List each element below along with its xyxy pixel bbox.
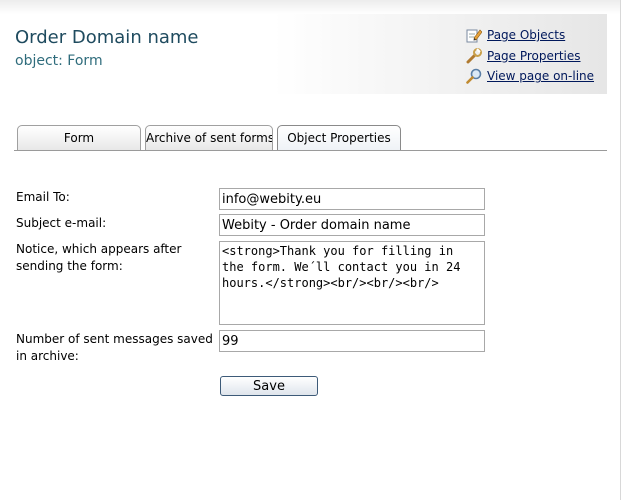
save-button[interactable]: Save [220, 376, 318, 396]
archive-count-field[interactable] [219, 330, 485, 352]
email-to-label: Email To: [16, 190, 70, 204]
archive-count-label: Number of sent messages saved in archive… [16, 332, 213, 363]
page-header: Order Domain name object: Form Page Obje… [0, 14, 607, 94]
tab-object-properties[interactable]: Object Properties [277, 125, 401, 151]
page-subtitle: object: Form [15, 53, 103, 69]
wrench-icon [466, 47, 482, 64]
tabs-baseline [14, 150, 607, 151]
subject-field[interactable] [219, 214, 485, 236]
page-properties-link-row[interactable]: Page Properties [466, 46, 594, 67]
header-links: Page Objects Page Properties View page o… [466, 25, 594, 87]
subject-label: Subject e-mail: [16, 216, 107, 230]
magnifier-icon [466, 68, 482, 85]
page-title: Order Domain name [15, 27, 199, 48]
pencil-icon [466, 29, 482, 43]
page-objects-link-row[interactable]: Page Objects [466, 25, 594, 46]
page-objects-link[interactable]: Page Objects [487, 28, 565, 42]
email-to-field[interactable] [219, 188, 485, 210]
notice-label: Notice, which appears after sending the … [16, 242, 182, 273]
tab-archive[interactable]: Archive of sent forms [145, 125, 273, 150]
view-online-link[interactable]: View page on-line [487, 69, 594, 83]
tab-form[interactable]: Form [17, 125, 141, 150]
page-properties-link[interactable]: Page Properties [487, 49, 581, 63]
view-online-link-row[interactable]: View page on-line [466, 66, 594, 87]
top-edge [0, 0, 621, 14]
notice-textarea[interactable]: <strong>Thank you for filling in the for… [219, 241, 485, 325]
